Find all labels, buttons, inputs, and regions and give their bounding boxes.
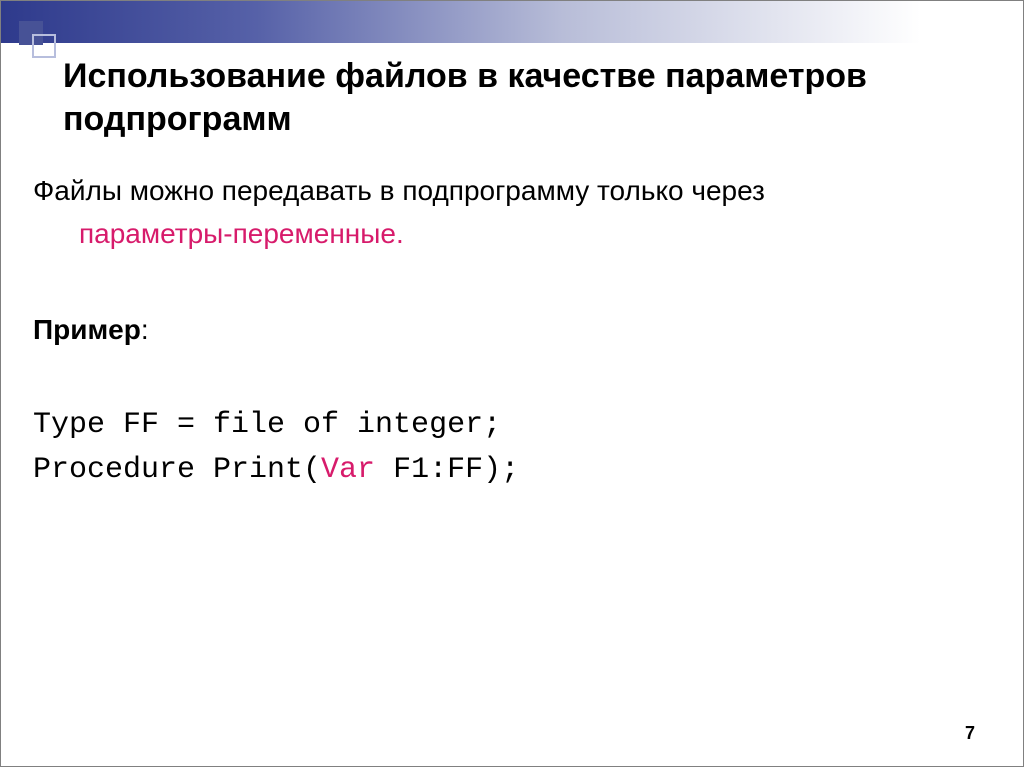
header-gradient — [1, 1, 1023, 43]
intro-text: Файлы можно передавать в подпрограмму то… — [33, 169, 963, 256]
code-line2a: Procedure Print( — [33, 453, 321, 487]
code-line1: Type FF = file of integer; — [33, 408, 501, 442]
code-line2c: F1:FF); — [375, 453, 519, 487]
code-block: Type FF = file of integer; Procedure Pri… — [33, 403, 963, 493]
spacer — [33, 256, 963, 308]
example-colon: : — [141, 314, 149, 345]
slide: Использование файлов в качестве параметр… — [0, 0, 1024, 767]
example-label: Пример — [33, 314, 141, 345]
spacer2 — [33, 351, 963, 403]
slide-title: Использование файлов в качестве параметр… — [63, 55, 943, 140]
intro-part1: Файлы можно передавать в подпрограмму то… — [33, 175, 765, 206]
intro-highlight: параметры-переменные. — [79, 218, 404, 249]
slide-body: Файлы можно передавать в подпрограмму то… — [33, 169, 963, 493]
example-label-line: Пример: — [33, 308, 963, 351]
code-line2-var: Var — [321, 453, 375, 487]
decor-square-outline — [32, 34, 56, 58]
page-number: 7 — [965, 723, 975, 744]
